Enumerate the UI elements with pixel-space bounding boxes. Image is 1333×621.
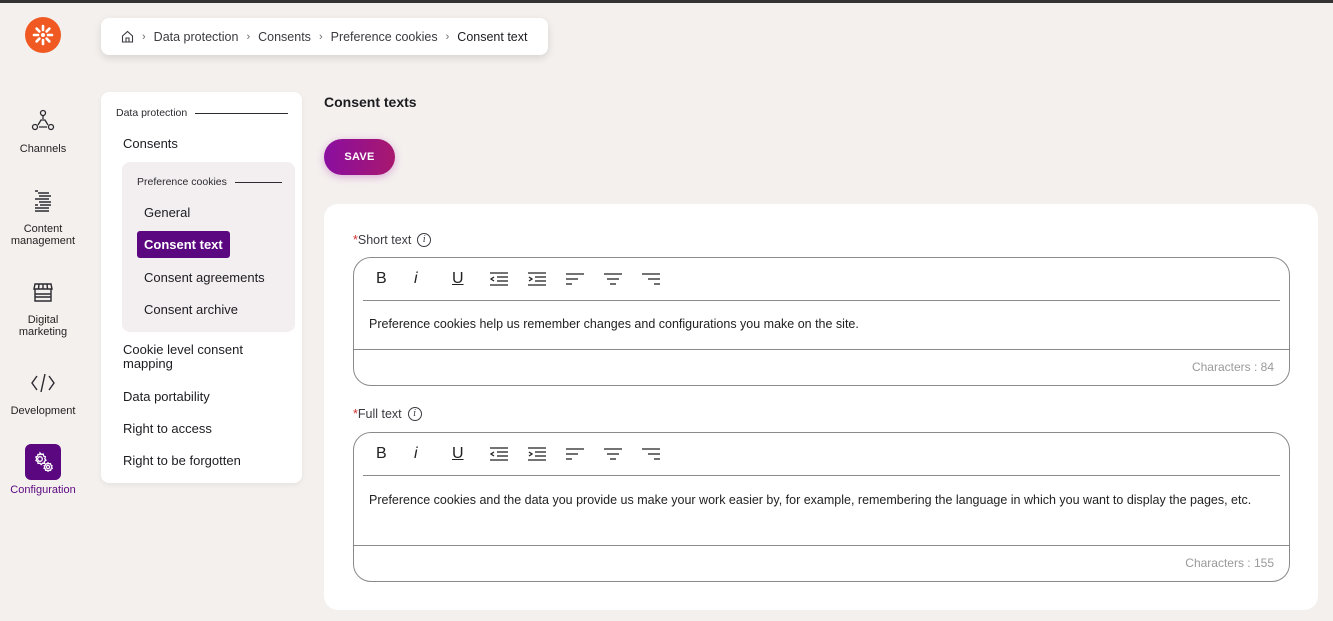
- nav-item-consents[interactable]: Consents: [123, 137, 178, 151]
- content-management-icon: [25, 183, 61, 219]
- align-center-icon: [604, 273, 622, 285]
- full-text-input[interactable]: Preference cookies and the data you prov…: [354, 476, 1289, 545]
- italic-icon: i: [414, 270, 418, 287]
- nav-item-consent-agreements[interactable]: Consent agreements: [144, 270, 265, 285]
- bold-icon: B: [376, 270, 387, 287]
- short-text-label: * Short text i: [353, 233, 432, 247]
- align-right-button[interactable]: [642, 442, 680, 466]
- breadcrumb-separator: ›: [318, 30, 323, 43]
- underline-button[interactable]: U: [452, 442, 490, 466]
- indent-icon: [528, 272, 546, 286]
- nav-item-right-to-be-forgotten[interactable]: Right to be forgotten: [123, 454, 241, 468]
- indent-icon: [528, 447, 546, 461]
- rail-item-development[interactable]: Development: [0, 365, 86, 417]
- field-label-text: Short text: [357, 233, 412, 247]
- breadcrumb-item-data-protection[interactable]: Data protection: [154, 30, 239, 44]
- indent-button[interactable]: [528, 442, 566, 466]
- breadcrumb: › Data protection › Consents › Preferenc…: [101, 18, 549, 55]
- consent-texts-form: * Short text i B i U Preference cookies: [324, 204, 1318, 610]
- save-button[interactable]: SAVE: [324, 139, 395, 175]
- rail-item-label: Configuration: [10, 484, 76, 496]
- breadcrumb-item-consents[interactable]: Consents: [258, 30, 311, 44]
- align-right-icon: [642, 273, 660, 285]
- secondary-navigation: Data protection Consents Preference cook…: [101, 92, 302, 483]
- field-label-text: Full text: [357, 407, 402, 421]
- rail-item-label: Content management: [10, 223, 76, 247]
- breadcrumb-item-consent-text: Consent text: [457, 29, 528, 44]
- align-left-icon: [566, 273, 584, 285]
- home-icon[interactable]: [121, 30, 134, 43]
- italic-icon: i: [414, 445, 418, 462]
- nav-item-consent-archive[interactable]: Consent archive: [144, 302, 238, 317]
- nav-item-right-to-access[interactable]: Right to access: [123, 422, 212, 436]
- align-right-icon: [642, 448, 660, 460]
- align-left-button[interactable]: [566, 442, 604, 466]
- bold-icon: B: [376, 445, 387, 462]
- bold-button[interactable]: B: [376, 442, 414, 466]
- breadcrumb-separator: ›: [246, 30, 251, 43]
- outdent-button[interactable]: [490, 267, 528, 291]
- page-title: Consent texts: [324, 94, 417, 110]
- full-text-editor: B i U Preference cookies and the data yo…: [353, 432, 1290, 582]
- italic-button[interactable]: i: [414, 442, 452, 466]
- full-text-label: * Full text i: [353, 407, 422, 421]
- digital-marketing-icon: [25, 274, 61, 310]
- align-left-icon: [566, 448, 584, 460]
- channels-icon: [25, 103, 61, 139]
- rail-item-label: Development: [10, 405, 76, 417]
- editor-toolbar: B i U: [363, 433, 1280, 476]
- short-text-input[interactable]: Preference cookies help us remember chan…: [354, 301, 1289, 349]
- align-right-button[interactable]: [642, 267, 680, 291]
- outdent-icon: [490, 272, 508, 286]
- nav-group-preference-cookies: Preference cookies General Consent text …: [122, 162, 295, 332]
- section-label-data-protection: Data protection: [116, 107, 288, 119]
- code-icon: [25, 365, 61, 401]
- short-text-editor: B i U Preference cookies help us remembe…: [353, 257, 1290, 386]
- underline-button[interactable]: U: [452, 267, 490, 291]
- breadcrumb-separator: ›: [142, 30, 146, 43]
- divider: [195, 112, 288, 114]
- italic-button[interactable]: i: [414, 267, 452, 291]
- rail-item-channels[interactable]: Channels: [0, 103, 86, 155]
- rail-item-label: Digital marketing: [18, 314, 68, 338]
- bold-button[interactable]: B: [376, 267, 414, 291]
- gears-icon: [25, 444, 61, 480]
- rail-item-label: Channels: [19, 143, 67, 155]
- underline-icon: U: [452, 270, 464, 287]
- rail-item-configuration[interactable]: Configuration: [0, 444, 86, 496]
- info-icon[interactable]: i: [417, 233, 432, 247]
- nav-item-consent-text[interactable]: Consent text: [137, 231, 230, 258]
- breadcrumb-item-preference-cookies[interactable]: Preference cookies: [331, 30, 438, 44]
- nav-item-cookie-level-consent-mapping[interactable]: Cookie level consent mapping: [123, 343, 273, 371]
- outdent-icon: [490, 447, 508, 461]
- rail-item-digital-marketing[interactable]: Digital marketing: [0, 274, 86, 338]
- align-center-icon: [604, 448, 622, 460]
- align-center-button[interactable]: [604, 267, 642, 291]
- section-label-text: Data protection: [116, 107, 188, 119]
- character-count: Characters : 155: [354, 545, 1289, 581]
- divider: [234, 181, 282, 183]
- breadcrumb-separator: ›: [445, 30, 450, 43]
- kentico-logo-icon[interactable]: [25, 17, 61, 53]
- align-left-button[interactable]: [566, 267, 604, 291]
- section-label-text: Preference cookies: [137, 176, 227, 188]
- nav-item-general[interactable]: General: [144, 205, 190, 220]
- rail-item-content-management[interactable]: Content management: [0, 183, 86, 247]
- outdent-button[interactable]: [490, 442, 528, 466]
- align-center-button[interactable]: [604, 442, 642, 466]
- nav-item-data-portability[interactable]: Data portability: [123, 390, 210, 404]
- character-count: Characters : 84: [354, 349, 1289, 385]
- info-icon[interactable]: i: [407, 407, 422, 421]
- editor-toolbar: B i U: [363, 258, 1280, 301]
- underline-icon: U: [452, 445, 464, 462]
- indent-button[interactable]: [528, 267, 566, 291]
- section-label-preference-cookies: Preference cookies: [137, 176, 282, 188]
